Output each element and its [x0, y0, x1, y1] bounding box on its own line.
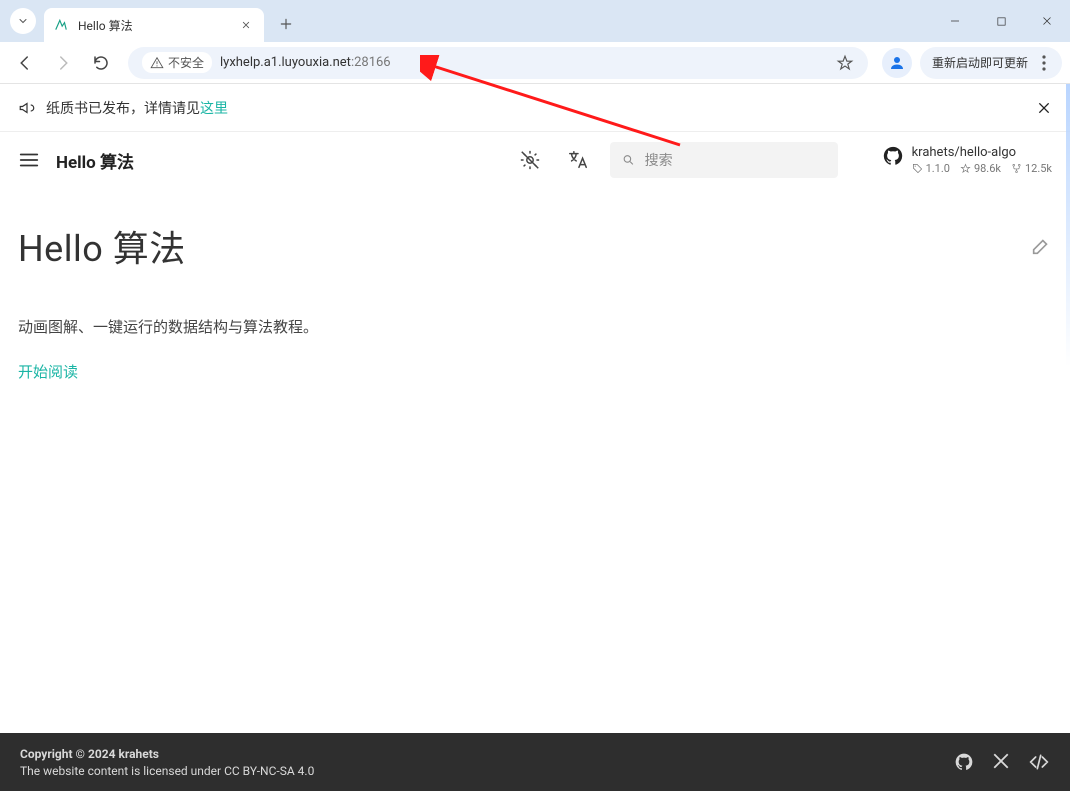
menu-button[interactable] — [1034, 55, 1054, 71]
warning-icon — [150, 56, 164, 70]
github-icon — [954, 752, 974, 772]
update-label: 重新启动即可更新 — [932, 54, 1028, 71]
github-icon — [882, 145, 904, 175]
arrow-right-icon — [54, 54, 72, 72]
theme-toggle-button[interactable] — [514, 144, 546, 176]
dots-vertical-icon — [1042, 55, 1046, 71]
security-chip[interactable]: 不安全 — [142, 52, 212, 73]
edit-button[interactable] — [1030, 235, 1052, 257]
announcement-link[interactable]: 这里 — [200, 101, 228, 117]
footer-github-link[interactable] — [954, 752, 974, 772]
site-footer: Copyright © 2024 krahets The website con… — [0, 733, 1070, 791]
tab-list-dropdown[interactable] — [10, 8, 36, 34]
announcement-close-button[interactable] — [1036, 100, 1052, 116]
tab-close-button[interactable] — [238, 17, 254, 33]
repo-link[interactable]: krahets/hello-algo 1.1.0 98.6k 12.5k — [882, 145, 1052, 175]
footer-license: The website content is licensed under CC… — [20, 764, 314, 778]
window-controls — [932, 0, 1070, 42]
plus-icon — [279, 17, 293, 31]
site-title: Hello 算法 — [56, 148, 134, 173]
translate-icon — [567, 149, 589, 171]
arrow-left-icon — [16, 54, 34, 72]
page-title: Hello 算法 — [18, 220, 186, 272]
security-label: 不安全 — [168, 54, 204, 71]
new-tab-button[interactable] — [272, 10, 300, 38]
tag-icon — [912, 163, 923, 174]
announcement-text: 纸质书已发布，详情请见这里 — [46, 98, 228, 118]
close-icon — [1041, 15, 1053, 27]
scrollbar[interactable] — [1066, 84, 1070, 791]
maximize-button[interactable] — [978, 1, 1024, 41]
minimize-icon — [949, 15, 961, 27]
x-icon — [992, 752, 1010, 770]
address-bar[interactable]: 不安全 lyxhelp.a1.luyouxia.net:28166 — [128, 47, 868, 79]
browser-toolbar: 不安全 lyxhelp.a1.luyouxia.net:28166 重新启动即可… — [0, 42, 1070, 84]
favicon-icon — [54, 17, 70, 33]
search-box[interactable] — [610, 142, 838, 178]
profile-button[interactable] — [882, 48, 912, 78]
star-icon — [960, 163, 971, 174]
user-icon — [888, 54, 906, 72]
megaphone-icon — [18, 99, 36, 117]
browser-titlebar: Hello 算法 — [0, 0, 1070, 42]
url-text: lyxhelp.a1.luyouxia.net:28166 — [220, 55, 391, 70]
back-button[interactable] — [8, 46, 42, 80]
edit-icon — [1030, 235, 1052, 257]
page-subtitle: 动画图解、一键运行的数据结构与算法教程。 — [18, 316, 1052, 337]
close-icon — [241, 20, 251, 30]
footer-code-link[interactable] — [1028, 752, 1050, 772]
tab-title: Hello 算法 — [78, 17, 230, 34]
chevron-down-icon — [17, 15, 29, 27]
fork-icon — [1011, 163, 1022, 174]
start-reading-link[interactable]: 开始阅读 — [18, 361, 78, 382]
search-input[interactable] — [645, 152, 826, 168]
main-content: Hello 算法 动画图解、一键运行的数据结构与算法教程。 开始阅读 — [0, 188, 1070, 400]
search-icon — [622, 151, 635, 169]
reload-button[interactable] — [84, 46, 118, 80]
update-button[interactable]: 重新启动即可更新 — [920, 47, 1062, 79]
hamburger-icon — [18, 149, 40, 171]
browser-tab[interactable]: Hello 算法 — [44, 8, 264, 42]
footer-copyright: Copyright © 2024 krahets — [20, 747, 314, 761]
footer-x-link[interactable] — [992, 752, 1010, 772]
sparkle-icon — [519, 149, 541, 171]
close-icon — [1036, 100, 1052, 116]
menu-toggle-button[interactable] — [18, 149, 40, 171]
reload-icon — [92, 54, 110, 72]
announcement-bar: 纸质书已发布，详情请见这里 — [0, 84, 1070, 132]
bookmark-button[interactable] — [836, 54, 854, 72]
language-button[interactable] — [562, 144, 594, 176]
close-window-button[interactable] — [1024, 1, 1070, 41]
site-header: Hello 算法 krahets/hello-algo 1.1.0 98.6k … — [0, 132, 1070, 188]
repo-stats: 1.1.0 98.6k 12.5k — [912, 162, 1052, 175]
maximize-icon — [996, 16, 1007, 27]
forward-button[interactable] — [46, 46, 80, 80]
star-icon — [836, 54, 854, 72]
repo-name: krahets/hello-algo — [912, 145, 1052, 160]
code-icon — [1028, 752, 1050, 772]
minimize-button[interactable] — [932, 1, 978, 41]
